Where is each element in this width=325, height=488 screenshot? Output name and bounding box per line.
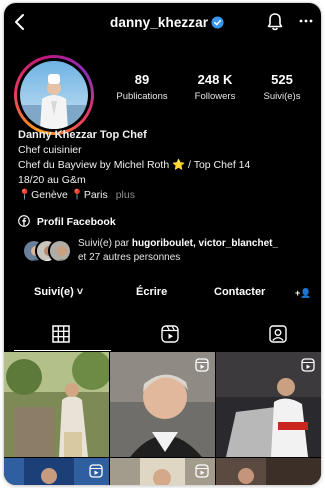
- stat-following[interactable]: 525 Suivi(e)s: [256, 72, 308, 103]
- display-name: Danny Khezzar Top Chef: [18, 129, 147, 141]
- followed-by[interactable]: Suivi(e) par hugoriboulet, victor_blanch…: [18, 236, 318, 268]
- top-bar: danny_khezzar: [4, 3, 321, 41]
- back-arrow-icon[interactable]: [10, 12, 30, 32]
- profile-screen: danny_khezzar 89 Publications 248 K Foll…: [4, 3, 321, 485]
- bio-locations: 📍Genève 📍Paris plus: [18, 189, 135, 201]
- facebook-icon: [18, 215, 30, 227]
- post-thumbnail[interactable]: [216, 458, 321, 485]
- reel-badge-icon: [89, 464, 103, 478]
- tagged-tab-icon[interactable]: [268, 324, 288, 344]
- grid-tab-icon[interactable]: [51, 324, 71, 344]
- following-button[interactable]: Suivi(e) ˅: [34, 286, 83, 298]
- reel-badge-icon: [301, 358, 315, 372]
- post-thumbnail[interactable]: [4, 458, 109, 485]
- active-tab-indicator: [14, 350, 111, 351]
- suggested-people-button[interactable]: +👤: [295, 288, 311, 299]
- follower-avatar: [48, 239, 72, 263]
- message-button[interactable]: Écrire: [136, 286, 167, 298]
- stat-posts[interactable]: 89 Publications: [116, 72, 168, 103]
- verified-badge-icon: [211, 16, 224, 29]
- posts-grid: [4, 352, 321, 485]
- post-thumbnail[interactable]: [216, 352, 321, 457]
- stat-followers[interactable]: 248 K Followers: [187, 72, 243, 103]
- reels-tab-icon[interactable]: [160, 324, 180, 344]
- more-link[interactable]: plus: [116, 189, 135, 201]
- avatar-story-ring[interactable]: [14, 55, 94, 135]
- bell-icon[interactable]: [266, 12, 284, 32]
- followed-by-text: Suivi(e) par hugoriboulet, victor_blanch…: [78, 238, 279, 263]
- profile-bio: Danny Khezzar Top Chef Chef cuisinier Ch…: [18, 128, 318, 203]
- avatar: [20, 61, 88, 129]
- facebook-profile-link[interactable]: Profil Facebook: [18, 215, 116, 228]
- post-thumbnail[interactable]: [110, 458, 215, 485]
- bio-line-2: 18/20 au G&m: [18, 174, 86, 186]
- username: danny_khezzar: [110, 15, 209, 30]
- profile-tabs: [4, 321, 321, 351]
- bio-line-1: Chef du Bayview by Michel Roth ⭐ / Top C…: [18, 159, 251, 171]
- reel-badge-icon: [195, 358, 209, 372]
- more-options-icon[interactable]: [298, 13, 314, 29]
- post-thumbnail[interactable]: [110, 352, 215, 457]
- contact-button[interactable]: Contacter: [214, 286, 265, 298]
- profile-actions: Suivi(e) ˅ Écrire Contacter +👤: [4, 283, 321, 305]
- post-thumbnail[interactable]: [4, 352, 109, 457]
- category: Chef cuisinier: [18, 144, 82, 156]
- reel-badge-icon: [195, 464, 209, 478]
